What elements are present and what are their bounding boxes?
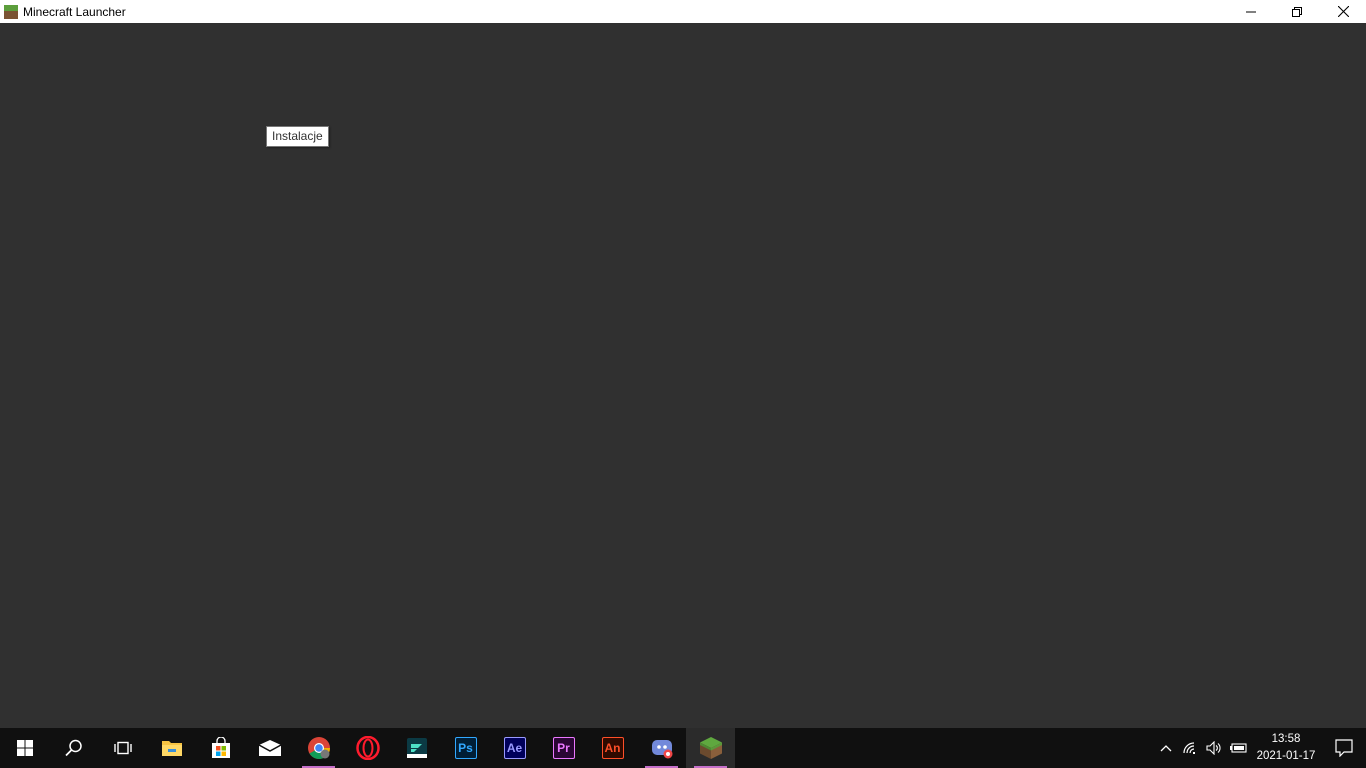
discord-icon <box>651 740 672 759</box>
restore-icon <box>1292 6 1302 17</box>
taskbar-minecraft[interactable] <box>686 728 735 768</box>
volume-button[interactable] <box>1202 728 1226 768</box>
mail-envelope-icon <box>258 740 281 756</box>
clock-time: 13:58 <box>1271 733 1301 745</box>
show-hidden-icons-button[interactable] <box>1154 728 1178 768</box>
tooltip-installations: Instalacje <box>266 126 329 147</box>
volume-icon <box>1206 741 1221 755</box>
window-controls <box>1228 0 1366 23</box>
after-effects-icon: Ae <box>503 737 526 759</box>
windows-logo-icon <box>16 740 33 756</box>
search-icon <box>64 739 82 757</box>
taskbar-chrome[interactable] <box>294 728 343 768</box>
taskbar-clock[interactable]: 13:58 2021-01-17 <box>1250 728 1322 768</box>
battery-button[interactable] <box>1226 728 1250 768</box>
opera-icon <box>355 736 380 760</box>
launcher-content-area: Instalacje <box>0 23 1366 728</box>
minimize-icon <box>1246 11 1256 12</box>
close-icon <box>1337 6 1349 17</box>
minecraft-grass-block-icon <box>699 737 722 759</box>
taskbar-after-effects[interactable]: Ae <box>490 728 539 768</box>
filmora-icon <box>406 738 427 758</box>
close-button[interactable] <box>1320 0 1366 23</box>
taskbar: Ps Ae Pr An 13:58 2021-01-17 <box>0 728 1366 768</box>
action-center-button[interactable] <box>1322 728 1366 768</box>
battery-icon <box>1230 743 1247 753</box>
system-tray: 13:58 2021-01-17 <box>1154 728 1366 768</box>
restore-button[interactable] <box>1274 0 1320 23</box>
taskbar-mail[interactable] <box>245 728 294 768</box>
network-icon <box>1183 742 1195 754</box>
taskbar-file-explorer[interactable] <box>147 728 196 768</box>
taskbar-opera[interactable] <box>343 728 392 768</box>
taskbar-photoshop[interactable]: Ps <box>441 728 490 768</box>
clock-date: 2021-01-17 <box>1256 750 1316 762</box>
taskbar-discord[interactable] <box>637 728 686 768</box>
search-button[interactable] <box>49 728 98 768</box>
photoshop-icon: Ps <box>454 737 477 759</box>
chevron-up-icon <box>1160 745 1172 752</box>
taskbar-filmora[interactable] <box>392 728 441 768</box>
window-titlebar[interactable]: Minecraft Launcher <box>0 0 1366 23</box>
minimize-button[interactable] <box>1228 0 1274 23</box>
taskbar-premiere-pro[interactable]: Pr <box>539 728 588 768</box>
taskbar-animate[interactable]: An <box>588 728 637 768</box>
start-button[interactable] <box>0 728 49 768</box>
window-title: Minecraft Launcher <box>23 4 126 19</box>
folder-icon <box>161 741 182 756</box>
notification-icon <box>1335 739 1353 757</box>
minecraft-grass-block-icon <box>3 4 19 20</box>
store-bag-icon <box>211 737 230 758</box>
task-view-button[interactable] <box>98 728 147 768</box>
premiere-pro-icon: Pr <box>552 737 575 759</box>
network-button[interactable] <box>1178 728 1202 768</box>
animate-icon: An <box>601 737 624 759</box>
taskbar-microsoft-store[interactable] <box>196 728 245 768</box>
task-view-icon <box>113 741 132 755</box>
chrome-icon <box>307 737 330 759</box>
